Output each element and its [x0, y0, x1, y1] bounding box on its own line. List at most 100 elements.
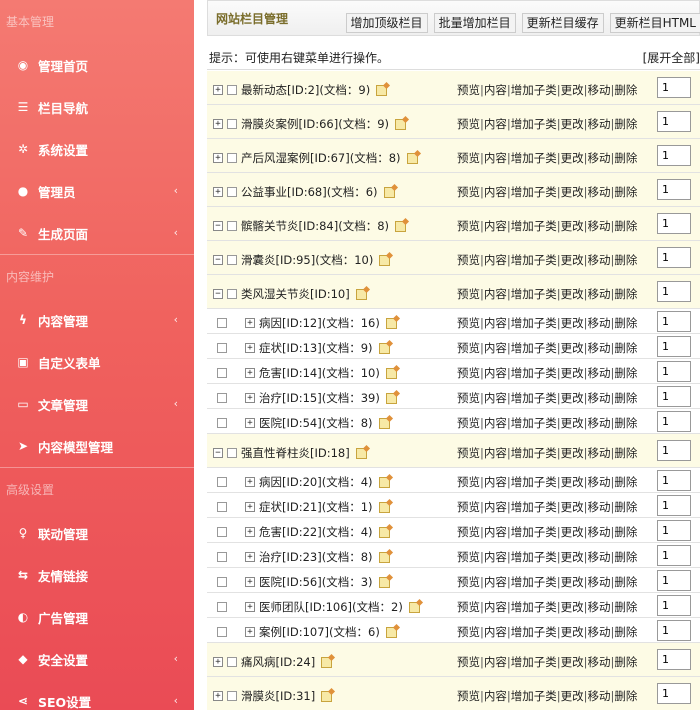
action-link-0[interactable]: 预览 — [457, 500, 480, 514]
sort-order-input[interactable] — [657, 281, 691, 302]
category-checkbox[interactable] — [217, 627, 227, 637]
edit-icon[interactable] — [383, 186, 395, 198]
action-link-0[interactable]: 预览 — [457, 391, 480, 405]
edit-icon[interactable] — [385, 367, 397, 379]
expand-icon[interactable]: + — [245, 602, 255, 612]
action-link-1[interactable]: 内容 — [484, 391, 507, 405]
action-link-3[interactable]: 更改 — [561, 253, 584, 267]
action-link-0[interactable]: 预览 — [457, 185, 480, 199]
action-link-2[interactable]: 增加子类 — [511, 625, 557, 639]
action-link-1[interactable]: 内容 — [484, 253, 507, 267]
action-link-0[interactable]: 预览 — [457, 341, 480, 355]
action-link-3[interactable]: 更改 — [561, 689, 584, 703]
edit-icon[interactable] — [385, 626, 397, 638]
edit-icon[interactable] — [378, 476, 390, 488]
sidebar-item-7[interactable]: ▭ 文章管理 ‹ — [0, 383, 194, 425]
action-link-0[interactable]: 预览 — [457, 446, 480, 460]
action-link-0[interactable]: 预览 — [457, 219, 480, 233]
action-link-4[interactable]: 移动 — [588, 117, 611, 131]
category-checkbox[interactable] — [217, 418, 227, 428]
category-checkbox[interactable] — [227, 187, 237, 197]
action-link-2[interactable]: 增加子类 — [511, 391, 557, 405]
action-link-5[interactable]: 删除 — [614, 689, 637, 703]
expand-icon[interactable]: + — [245, 368, 255, 378]
sort-order-input[interactable] — [657, 649, 691, 670]
sidebar-item-11[interactable]: ◐ 广告管理 — [0, 596, 194, 638]
update-cache-button[interactable]: 更新栏目缓存 — [521, 13, 604, 33]
sidebar-item-3[interactable]: ● 管理员 ‹ — [0, 170, 194, 212]
action-link-3[interactable]: 更改 — [561, 475, 584, 489]
category-name[interactable]: 公益事业[ID:68](文档：6) — [241, 184, 378, 200]
edit-icon[interactable] — [395, 118, 407, 130]
sidebar-item-10[interactable]: ⇆ 友情链接 — [0, 554, 194, 596]
category-checkbox[interactable] — [227, 691, 237, 701]
category-name[interactable]: 危害[ID:14](文档：10) — [259, 365, 380, 381]
category-name[interactable]: 髌髂关节炎[ID:84](文档：8) — [241, 218, 389, 234]
action-link-3[interactable]: 更改 — [561, 316, 584, 330]
sidebar-item-5[interactable]: ϟ 内容管理 ‹ — [0, 299, 194, 341]
edit-icon[interactable] — [378, 501, 390, 513]
action-link-4[interactable]: 移动 — [588, 625, 611, 639]
edit-icon[interactable] — [378, 342, 390, 354]
category-checkbox[interactable] — [227, 85, 237, 95]
action-link-0[interactable]: 预览 — [457, 525, 480, 539]
category-name[interactable]: 治疗[ID:23](文档：8) — [259, 549, 373, 565]
action-link-5[interactable]: 删除 — [614, 117, 637, 131]
edit-icon[interactable] — [355, 288, 367, 300]
action-link-1[interactable]: 内容 — [484, 475, 507, 489]
action-link-1[interactable]: 内容 — [484, 550, 507, 564]
action-link-1[interactable]: 内容 — [484, 316, 507, 330]
action-link-1[interactable]: 内容 — [484, 151, 507, 165]
edit-icon[interactable] — [379, 254, 391, 266]
action-link-1[interactable]: 内容 — [484, 185, 507, 199]
action-link-5[interactable]: 删除 — [614, 219, 637, 233]
action-link-5[interactable]: 删除 — [614, 600, 637, 614]
action-link-4[interactable]: 移动 — [588, 550, 611, 564]
action-link-4[interactable]: 移动 — [588, 655, 611, 669]
category-name[interactable]: 治疗[ID:15](文档：39) — [259, 390, 380, 406]
action-link-4[interactable]: 移动 — [588, 446, 611, 460]
update-html-button[interactable]: 更新栏目HTML — [609, 13, 700, 33]
action-link-0[interactable]: 预览 — [457, 625, 480, 639]
action-link-2[interactable]: 增加子类 — [511, 316, 557, 330]
category-name[interactable]: 强直性脊柱炎[ID:18] — [241, 445, 350, 461]
action-link-2[interactable]: 增加子类 — [511, 550, 557, 564]
action-link-3[interactable]: 更改 — [561, 525, 584, 539]
action-link-1[interactable]: 内容 — [484, 625, 507, 639]
category-checkbox[interactable] — [217, 502, 227, 512]
action-link-2[interactable]: 增加子类 — [511, 287, 557, 301]
action-link-5[interactable]: 删除 — [614, 475, 637, 489]
expand-icon[interactable]: + — [245, 318, 255, 328]
action-link-4[interactable]: 移动 — [588, 475, 611, 489]
category-name[interactable]: 症状[ID:13](文档：9) — [259, 340, 373, 356]
action-link-2[interactable]: 增加子类 — [511, 600, 557, 614]
action-link-2[interactable]: 增加子类 — [511, 117, 557, 131]
category-checkbox[interactable] — [217, 368, 227, 378]
action-link-3[interactable]: 更改 — [561, 83, 584, 97]
action-link-0[interactable]: 预览 — [457, 600, 480, 614]
expand-icon[interactable]: + — [245, 343, 255, 353]
action-link-1[interactable]: 内容 — [484, 500, 507, 514]
expand-icon[interactable]: + — [245, 577, 255, 587]
edit-icon[interactable] — [378, 551, 390, 563]
action-link-5[interactable]: 删除 — [614, 316, 637, 330]
action-link-3[interactable]: 更改 — [561, 341, 584, 355]
action-link-3[interactable]: 更改 — [561, 287, 584, 301]
add-top-category-button[interactable]: 增加顶级栏目 — [345, 13, 428, 33]
action-link-4[interactable]: 移动 — [588, 525, 611, 539]
category-checkbox[interactable] — [217, 577, 227, 587]
action-link-3[interactable]: 更改 — [561, 550, 584, 564]
action-link-1[interactable]: 内容 — [484, 525, 507, 539]
action-link-3[interactable]: 更改 — [561, 446, 584, 460]
action-link-0[interactable]: 预览 — [457, 253, 480, 267]
category-checkbox[interactable] — [227, 657, 237, 667]
action-link-5[interactable]: 删除 — [614, 287, 637, 301]
expand-icon[interactable]: + — [245, 502, 255, 512]
action-link-1[interactable]: 内容 — [484, 341, 507, 355]
action-link-3[interactable]: 更改 — [561, 575, 584, 589]
action-link-3[interactable]: 更改 — [561, 416, 584, 430]
action-link-0[interactable]: 预览 — [457, 316, 480, 330]
action-link-2[interactable]: 增加子类 — [511, 219, 557, 233]
action-link-4[interactable]: 移动 — [588, 500, 611, 514]
category-name[interactable]: 病因[ID:12](文档：16) — [259, 315, 380, 331]
